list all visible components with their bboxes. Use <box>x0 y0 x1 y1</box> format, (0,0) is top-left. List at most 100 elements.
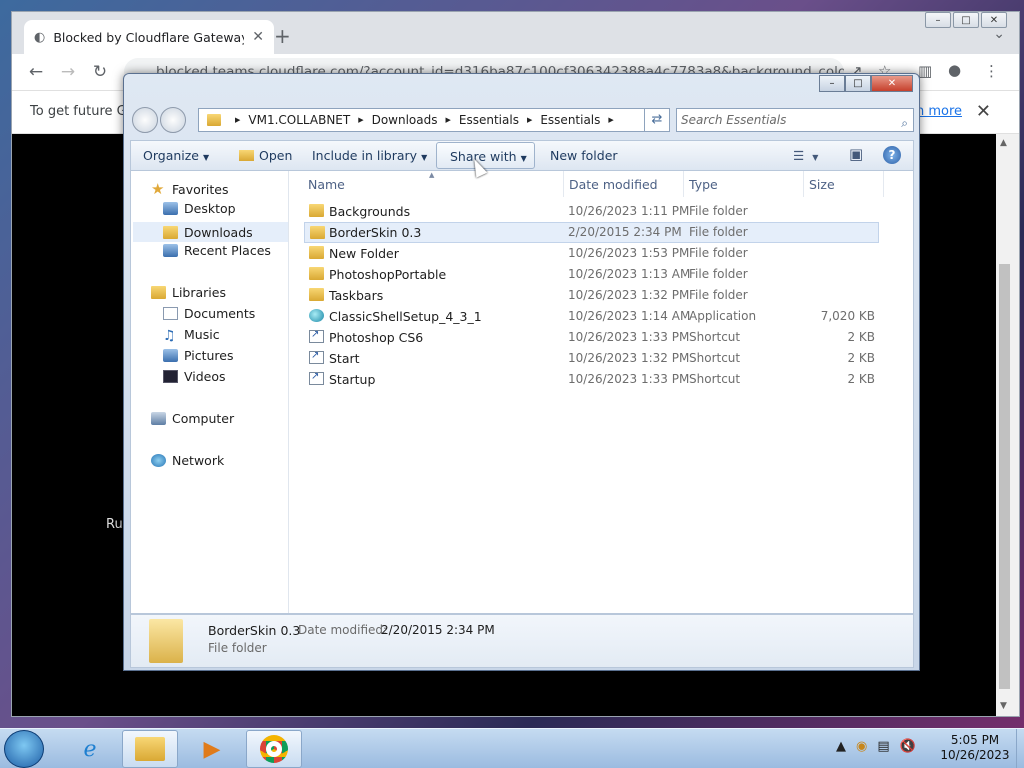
volume-muted-icon[interactable]: 🔇 <box>900 739 916 754</box>
chevron-right-icon[interactable]: ▶ <box>608 116 613 124</box>
breadcrumb-item[interactable]: Essentials <box>459 113 519 127</box>
recent-places-icon <box>163 244 178 257</box>
new-folder-button[interactable]: New folder <box>550 148 618 163</box>
chevron-down-icon[interactable]: ⌄ <box>993 26 1005 42</box>
scroll-thumb[interactable] <box>999 264 1010 689</box>
forward-arrow-icon[interactable]: → <box>52 62 84 82</box>
preview-pane-icon[interactable]: ▣ <box>849 145 863 163</box>
show-desktop-button[interactable] <box>1016 729 1024 768</box>
nav-libraries[interactable]: Libraries <box>151 285 226 300</box>
nav-music[interactable]: ♫ Music <box>163 327 220 344</box>
learn-more-link[interactable]: n more <box>916 104 962 119</box>
chevron-right-icon[interactable]: ▶ <box>527 116 532 124</box>
column-divider[interactable] <box>563 171 564 197</box>
network-icon[interactable]: ▤ <box>877 739 889 754</box>
menu-icon[interactable]: ⋮ <box>984 62 999 80</box>
nav-network[interactable]: Network <box>151 453 224 468</box>
file-type: Shortcut <box>689 351 741 365</box>
explorer-taskbar-button[interactable] <box>122 730 178 768</box>
nav-documents[interactable]: Documents <box>163 306 255 321</box>
start-button[interactable] <box>4 730 44 768</box>
nav-videos[interactable]: Videos <box>163 369 226 384</box>
nav-label: Libraries <box>172 285 226 300</box>
help-icon[interactable]: ? <box>883 146 901 164</box>
nav-favorites[interactable]: ★ Favorites <box>151 180 228 198</box>
media-player-icon[interactable]: ▶ <box>184 730 240 768</box>
show-hidden-icons-icon[interactable]: ▲ <box>836 739 846 754</box>
include-in-library-button[interactable]: Include in library ▼ <box>312 148 427 163</box>
file-type: File folder <box>689 225 748 239</box>
file-row[interactable]: New Folder 10/26/2023 1:53 PM File folde… <box>304 243 879 264</box>
nav-label: Desktop <box>184 201 236 216</box>
file-row[interactable]: BorderSkin 0.3 2/20/2015 2:34 PM File fo… <box>304 222 879 243</box>
nav-desktop[interactable]: Desktop <box>163 201 236 216</box>
internet-explorer-icon[interactable]: ℯ <box>62 730 118 768</box>
nav-label: Music <box>184 327 220 342</box>
column-divider[interactable] <box>683 171 684 197</box>
file-row[interactable]: PhotoshopPortable 10/26/2023 1:13 AM Fil… <box>304 264 879 285</box>
file-type: Shortcut <box>689 330 741 344</box>
close-icon[interactable]: ✕ <box>976 101 991 122</box>
file-row[interactable]: Startup 10/26/2023 1:33 PM Shortcut 2 KB <box>304 369 879 390</box>
maximize-icon[interactable]: □ <box>953 12 979 28</box>
column-divider[interactable] <box>803 171 804 197</box>
file-name: New Folder <box>329 246 399 261</box>
column-header-type[interactable]: Type <box>689 177 718 192</box>
minimize-icon[interactable]: – <box>925 12 951 28</box>
back-button[interactable] <box>132 107 158 133</box>
file-row[interactable]: Photoshop CS6 10/26/2023 1:33 PM Shortcu… <box>304 327 879 348</box>
file-type: File folder <box>689 288 748 302</box>
folder-icon <box>207 114 221 126</box>
minimize-icon[interactable]: – <box>819 75 845 92</box>
file-name: Start <box>329 351 360 366</box>
breadcrumb-item[interactable]: Downloads <box>372 113 438 127</box>
search-icon[interactable]: ⌕ <box>901 112 908 134</box>
breadcrumb-item[interactable]: VM1.COLLABNET <box>248 113 350 127</box>
nav-recent-places[interactable]: Recent Places <box>163 243 271 258</box>
back-arrow-icon[interactable]: ← <box>20 62 52 82</box>
navigation-pane: ★ Favorites Desktop Downloads Recent Plac… <box>131 171 289 613</box>
scroll-up-icon[interactable]: ▲ <box>1000 138 1007 148</box>
file-row[interactable]: Taskbars 10/26/2023 1:32 PM File folder <box>304 285 879 306</box>
scroll-down-icon[interactable]: ▼ <box>1000 701 1007 711</box>
details-name: BorderSkin 0.3 <box>208 623 301 638</box>
browser-tab[interactable]: ◐ Blocked by Cloudflare Gateway ✕ <box>24 20 274 54</box>
breadcrumb-item[interactable]: Essentials <box>540 113 600 127</box>
share-with-button[interactable]: Share with ▼ <box>436 142 535 169</box>
nav-computer[interactable]: Computer <box>151 411 234 426</box>
folder-icon <box>309 288 324 301</box>
forward-button[interactable] <box>160 107 186 133</box>
clock[interactable]: 5:05 PM 10/26/2023 <box>936 733 1014 763</box>
tray-app-icon[interactable]: ◉ <box>856 739 867 754</box>
file-row[interactable]: Start 10/26/2023 1:32 PM Shortcut 2 KB <box>304 348 879 369</box>
column-header-date[interactable]: Date modified <box>569 177 658 192</box>
view-options-icon[interactable]: ☰ ▼ <box>793 148 818 163</box>
search-input[interactable]: Search Essentials ⌕ <box>676 108 914 132</box>
breadcrumb[interactable]: ▶ VM1.COLLABNET ▶ Downloads ▶ Essentials… <box>198 108 712 132</box>
new-tab-button[interactable]: + <box>274 26 291 46</box>
music-icon: ♫ <box>163 328 176 344</box>
clock-time: 5:05 PM <box>950 733 1000 747</box>
column-header-size[interactable]: Size <box>809 177 835 192</box>
sidepanel-icon[interactable]: ▥ <box>918 62 932 80</box>
chevron-right-icon[interactable]: ▶ <box>446 116 451 124</box>
organize-button[interactable]: Organize ▼ <box>143 148 209 163</box>
column-header-name[interactable]: Name <box>308 177 345 192</box>
refresh-button[interactable]: ⇄ <box>644 108 670 132</box>
close-icon[interactable]: ✕ <box>871 75 913 92</box>
column-divider[interactable] <box>883 171 884 197</box>
reload-icon[interactable]: ↻ <box>84 62 116 82</box>
chevron-right-icon[interactable]: ▶ <box>235 116 240 124</box>
open-button[interactable]: Open <box>239 148 292 163</box>
chevron-right-icon[interactable]: ▶ <box>358 116 363 124</box>
chrome-taskbar-button[interactable] <box>246 730 302 768</box>
page-scrollbar[interactable]: ▲ ▼ <box>996 134 1019 716</box>
desktop-icon <box>163 202 178 215</box>
maximize-icon[interactable]: □ <box>845 75 871 92</box>
file-row[interactable]: ClassicShellSetup_4_3_1 10/26/2023 1:14 … <box>304 306 879 327</box>
profile-icon[interactable]: ● <box>948 61 961 79</box>
nav-pictures[interactable]: Pictures <box>163 348 234 363</box>
nav-downloads[interactable]: Downloads <box>133 222 288 242</box>
file-row[interactable]: Backgrounds 10/26/2023 1:11 PM File fold… <box>304 201 879 222</box>
tab-close-icon[interactable]: ✕ <box>252 29 264 45</box>
